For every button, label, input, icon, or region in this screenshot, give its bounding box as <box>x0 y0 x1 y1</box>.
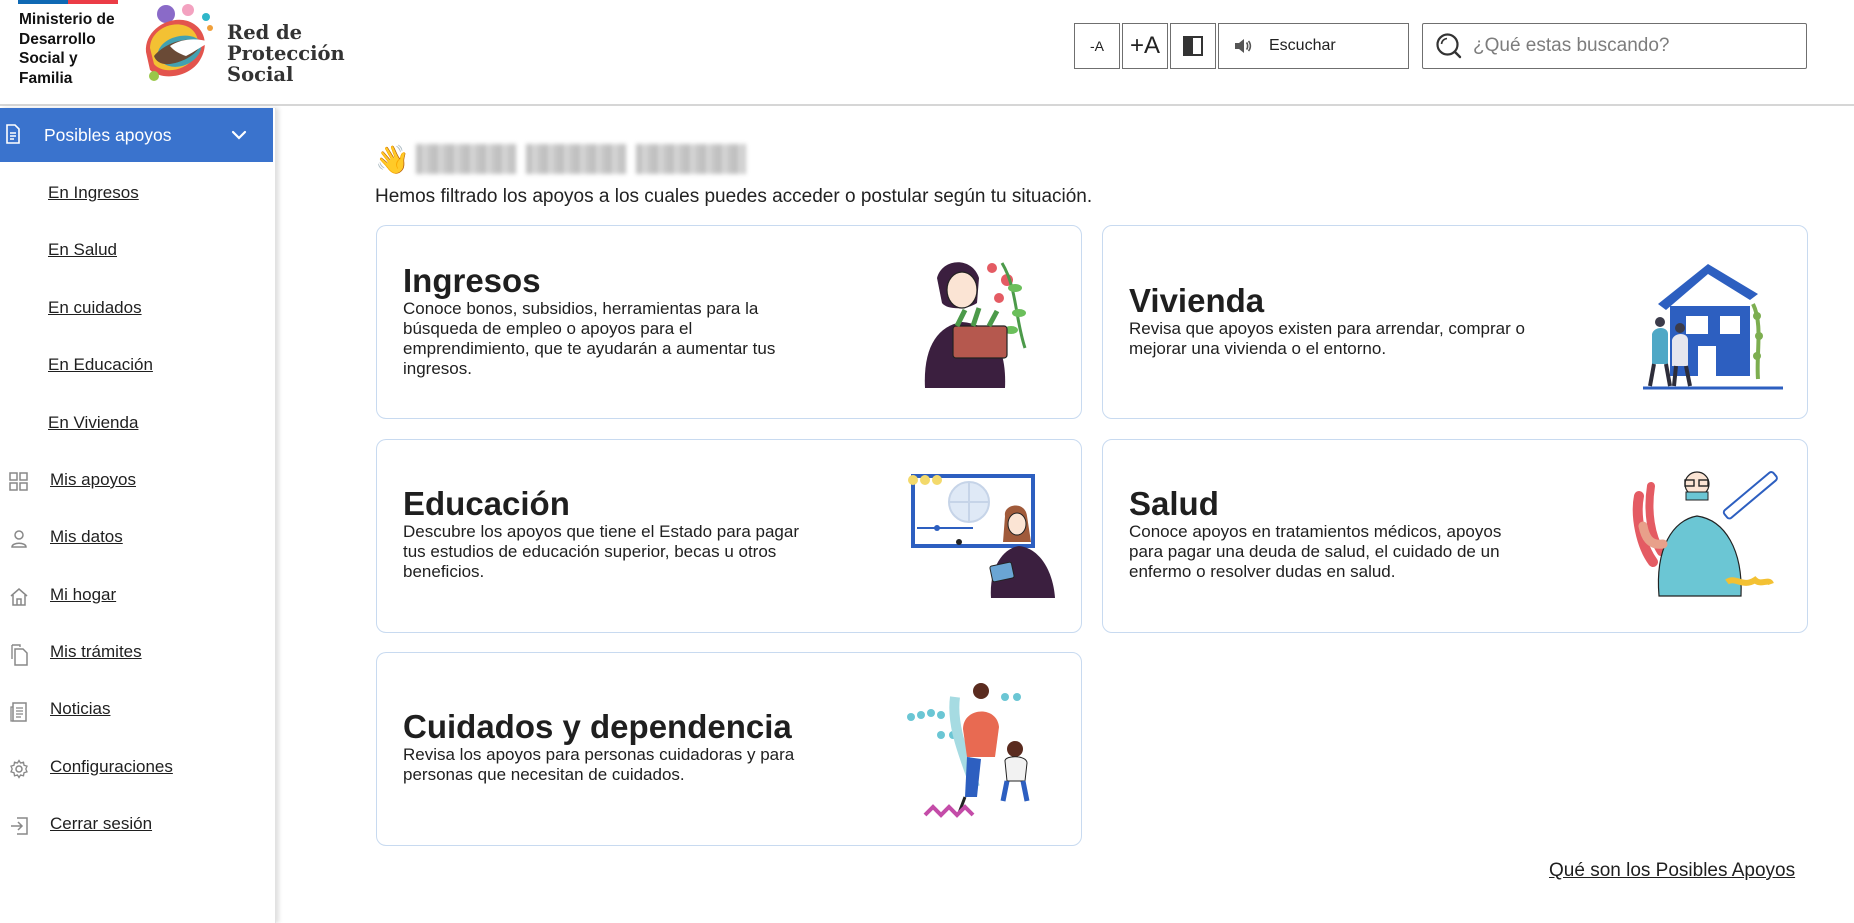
sidebar-subitem-ingresos[interactable]: En Ingresos <box>48 183 139 203</box>
redacted-last-name-2 <box>635 144 746 174</box>
chevron-down-icon[interactable] <box>230 126 248 144</box>
card-educacion[interactable]: Educación Descubre los apoyos que tiene … <box>376 439 1082 633</box>
greeting: 👋 <box>375 142 746 176</box>
sidebar-item-mis-tramites[interactable]: Mis trámites <box>0 639 270 669</box>
brand-line-2: Protección <box>227 42 345 65</box>
speaker-icon <box>1235 39 1252 53</box>
search-input[interactable] <box>1473 35 1793 57</box>
brand-name[interactable]: Red de Protección Social <box>227 22 345 85</box>
decrease-font-button[interactable]: -A <box>1074 23 1120 69</box>
newspaper-icon <box>10 702 27 722</box>
sidebar-subitem-salud[interactable]: En Salud <box>48 240 117 260</box>
home-icon <box>10 588 28 606</box>
sidebar-item-configuraciones[interactable]: Configuraciones <box>0 754 270 784</box>
ministry-bar-blue <box>18 0 68 4</box>
sidebar-item-mis-apoyos[interactable]: Mis apoyos <box>0 467 270 497</box>
sidebar-item-label: Mis trámites <box>50 642 142 661</box>
card-cuidados[interactable]: Cuidados y dependencia Revisa los apoyos… <box>376 652 1082 846</box>
contrast-button[interactable] <box>1170 23 1216 69</box>
contrast-icon <box>1183 36 1203 56</box>
card-title: Ingresos <box>403 262 541 299</box>
header: Ministerio de Desarrollo Social y Famili… <box>0 0 1854 106</box>
salud-illustration <box>1632 471 1778 597</box>
ministry-name[interactable]: Ministerio de Desarrollo Social y Famili… <box>19 10 129 88</box>
card-description: Conoce apoyos en tratamientos médicos, a… <box>1129 522 1502 581</box>
search-icon[interactable] <box>1435 32 1463 60</box>
sidebar-item-label: Mi hogar <box>50 585 117 604</box>
listen-label: Escuchar <box>1269 37 1336 54</box>
user-icon <box>11 530 27 548</box>
ministry-color-bar <box>18 0 118 4</box>
sidebar-item-label: Mis apoyos <box>50 470 136 489</box>
user-name-redacted <box>415 142 746 176</box>
ministry-bar-red <box>68 0 118 4</box>
redacted-last-name-1 <box>525 144 626 174</box>
gear-icon <box>10 759 28 779</box>
educacion-illustration <box>908 474 1055 598</box>
brand-line-3: Social <box>227 63 294 86</box>
increase-font-label: +A <box>1129 32 1161 59</box>
que-son-posibles-apoyos-link[interactable]: Qué son los Posibles Apoyos <box>1549 860 1795 882</box>
grid-icon <box>9 472 28 491</box>
intro-text: Hemos filtrado los apoyos a los cuales p… <box>375 186 1093 207</box>
listen-button[interactable]: Escuchar <box>1218 23 1409 69</box>
card-description: Conoce bonos, subsidios, herramientas pa… <box>403 299 776 378</box>
card-description: Descubre los apoyos que tiene el Estado … <box>403 522 799 581</box>
sidebar-subitem-cuidados[interactable]: En cuidados <box>48 298 142 318</box>
documents-icon <box>11 644 28 666</box>
sidebar-item-mis-datos[interactable]: Mis datos <box>0 524 270 554</box>
sidebar-subitem-vivienda[interactable]: En Vivienda <box>48 413 138 433</box>
document-icon <box>6 124 20 144</box>
card-ingresos[interactable]: Ingresos Conoce bonos, subsidios, herram… <box>376 225 1082 419</box>
card-title: Educación <box>403 485 570 522</box>
card-title: Vivienda <box>1129 282 1265 319</box>
sidebar-item-noticias[interactable]: Noticias <box>0 696 270 726</box>
sidebar-item-posibles-apoyos[interactable]: Posibles apoyos <box>0 108 273 162</box>
card-description: Revisa que apoyos existen para arrendar,… <box>1129 319 1525 358</box>
logout-icon <box>11 817 28 835</box>
card-title: Salud <box>1129 485 1219 522</box>
cuidados-illustration <box>907 683 1030 818</box>
redacted-first-name <box>415 144 516 174</box>
sidebar-item-label: Configuraciones <box>50 757 173 776</box>
card-salud[interactable]: Salud Conoce apoyos en tratamientos médi… <box>1102 439 1808 633</box>
sidebar-subitem-educacion[interactable]: En Educación <box>48 355 153 375</box>
card-vivienda[interactable]: Vivienda Revisa que apoyos existen para … <box>1102 225 1808 419</box>
waving-hand-icon: 👋 <box>375 143 410 175</box>
decrease-font-label: -A <box>1090 38 1104 54</box>
sidebar-item-label: Mis datos <box>50 527 123 546</box>
sidebar-item-label: Noticias <box>50 699 111 718</box>
search-box[interactable] <box>1422 23 1807 69</box>
sidebar-active-label: Posibles apoyos <box>44 124 172 145</box>
ingresos-illustration <box>924 262 1027 388</box>
card-description: Revisa los apoyos para personas cuidador… <box>403 745 795 784</box>
red-proteccion-social-logo[interactable] <box>136 2 232 90</box>
vivienda-illustration <box>1643 264 1783 390</box>
increase-font-button[interactable]: +A <box>1122 23 1168 69</box>
brand-line-1: Red de <box>227 21 303 44</box>
sidebar-item-label: Cerrar sesión <box>50 814 153 833</box>
sidebar-item-cerrar-sesion[interactable]: Cerrar sesión <box>0 811 270 841</box>
card-title: Cuidados y dependencia <box>403 708 792 745</box>
sidebar: Posibles apoyos En Ingresos En Salud En … <box>0 108 276 923</box>
sidebar-item-mi-hogar[interactable]: Mi hogar <box>0 582 270 612</box>
